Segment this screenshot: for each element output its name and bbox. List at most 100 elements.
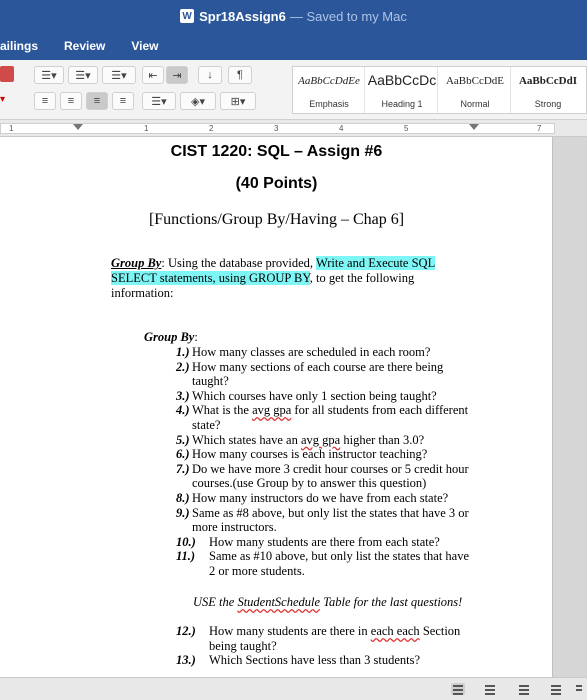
multilevel-icon[interactable]: ☰▾ [102, 66, 136, 84]
right-indent-marker-icon[interactable] [469, 124, 479, 130]
list-item: 13.) Which Sections have less than 3 stud… [176, 653, 476, 668]
style-normal[interactable]: AaBbCcDdE Normal [439, 67, 511, 113]
style-sample: AaBbCcDc [367, 72, 437, 88]
document-title: Spr18Assign6 [199, 8, 286, 24]
ruler-number: 5 [404, 124, 409, 133]
list-item: 6.) How many courses is each instructor t… [176, 447, 476, 462]
style-sample: AaBbCcDdEe [298, 75, 360, 87]
ruler-number: 7 [537, 124, 542, 133]
status-bar [0, 677, 587, 700]
question-number: 9.) [176, 505, 190, 520]
question-text: Which courses have only 1 section being … [192, 388, 437, 403]
question-number: 3.) [176, 388, 190, 403]
save-status: — Saved to my Mac [289, 8, 407, 24]
question-number: 2.) [176, 359, 190, 374]
question-number: 4.) [176, 403, 190, 418]
list-item: 5.) Which states have an avg gpa higher t… [176, 433, 476, 448]
question-text: How many instructors do we have from eac… [192, 490, 449, 505]
doc-subtitle: [Functions/Group By/Having – Chap 6] [148, 211, 405, 228]
ribbon-tabs: ailings Review View [0, 32, 587, 60]
list-item: 4.) What is the avg gpa for all students … [176, 403, 476, 432]
increase-indent-icon[interactable]: ⇥ [166, 66, 188, 84]
intro-label: Group By [111, 256, 162, 270]
line-spacing-icon[interactable]: ☰▾ [142, 92, 176, 110]
style-name: Normal [460, 99, 490, 109]
style-name: Emphasis [309, 99, 349, 109]
question-text: Do we have more 3 credit hour courses or… [192, 461, 469, 491]
decrease-indent-icon[interactable]: ⇤ [142, 66, 164, 84]
list-item: 8.) How many instructors do we have from … [176, 491, 476, 506]
list-item: 7.) Do we have more 3 credit hour courses… [176, 462, 476, 491]
print-layout-icon[interactable] [451, 683, 465, 695]
question-number: 7.) [176, 461, 190, 476]
style-emphasis[interactable]: AaBbCcDdEe Emphasis [293, 67, 365, 113]
ruler-track[interactable]: 1 1 2 3 4 5 7 [0, 123, 555, 134]
style-name: Heading 1 [381, 99, 423, 109]
question-text: How many classes are scheduled in each r… [192, 345, 431, 359]
intro-paragraph: Group By: Using the database provided, W… [111, 256, 471, 301]
tab-mailings[interactable]: ailings [0, 39, 38, 53]
numbering-icon[interactable]: ☰▾ [68, 66, 98, 84]
question-number: 12.) [176, 624, 196, 638]
ruler-number: 3 [274, 124, 279, 133]
style-sample: AaBbCcDdE [445, 75, 505, 87]
sort-icon[interactable]: ↓ [198, 66, 222, 84]
ruler-number: 1 [9, 124, 14, 133]
indent-marker-icon[interactable] [73, 124, 83, 130]
tab-review[interactable]: Review [64, 39, 105, 53]
section-label: Group By [144, 330, 195, 344]
ruler-number: 1 [144, 124, 149, 133]
ruler-number: 4 [339, 124, 344, 133]
clear-formatting-icon[interactable] [0, 66, 14, 82]
bullets-icon[interactable]: ☰▾ [34, 66, 64, 84]
align-right-icon[interactable]: ≡ [86, 92, 108, 110]
table-note: USE the StudentSchedule Table for the la… [193, 595, 463, 609]
document-canvas[interactable]: CIST 1220: SQL – Assign #6 (40 Points) [… [0, 137, 587, 677]
tab-view[interactable]: View [131, 39, 158, 53]
list-item: 12.) How many students are there in each … [176, 624, 476, 653]
borders-icon[interactable]: ⊞▾ [220, 92, 256, 110]
style-heading-1[interactable]: AaBbCcDc Heading 1 [366, 67, 438, 113]
shading-icon[interactable]: ◈▾ [180, 92, 216, 110]
styles-gallery: AaBbCcDdEe Emphasis AaBbCcDc Heading 1 A… [292, 66, 587, 114]
doc-points: (40 Points) [235, 175, 318, 192]
style-sample: AaBbCcDdI [518, 75, 578, 87]
list-item: 1.) How many classes are scheduled in eac… [176, 345, 476, 360]
question-text: Same as #10 above, but only list the sta… [209, 549, 470, 578]
question-number: 11.) [176, 549, 196, 564]
question-number: 13.) [176, 653, 196, 668]
align-left-icon[interactable]: ≡ [34, 92, 56, 110]
question-text: How many sections of each course are the… [192, 359, 444, 389]
web-layout-icon[interactable] [483, 683, 497, 695]
section-colon: : [194, 330, 198, 344]
question-list-2: 12.) How many students are there in each … [176, 624, 476, 668]
list-item: 11.) Same as #10 above, but only list the… [176, 549, 476, 578]
intro-colon: : Using the database provided, [161, 256, 316, 270]
list-item: 9.) Same as #8 above, but only list the s… [176, 506, 476, 535]
outline-icon[interactable] [517, 683, 531, 695]
draft-icon[interactable] [549, 683, 563, 695]
document-page[interactable]: CIST 1220: SQL – Assign #6 (40 Points) [… [0, 137, 553, 677]
question-number: 6.) [176, 447, 190, 462]
question-text: Same as #8 above, but only list the stat… [192, 505, 469, 535]
font-color-dropdown-icon[interactable]: ▾ [0, 94, 14, 110]
question-text: What is the avg gpa for all students fro… [192, 403, 469, 432]
question-text: Which states have an avg gpa higher than… [192, 432, 425, 447]
section-heading: Group By: [144, 330, 504, 345]
ruler-number: 2 [209, 124, 214, 133]
list-item: 2.) How many sections of each course are … [176, 360, 476, 389]
title-bar: W Spr18Assign6 — Saved to my Mac [0, 0, 587, 32]
focus-icon[interactable] [574, 683, 584, 695]
question-number: 10.) [176, 534, 196, 549]
pilcrow-icon[interactable]: ¶ [228, 66, 252, 84]
question-text: How many students are there in each each… [209, 624, 461, 653]
style-strong[interactable]: AaBbCcDdI Strong [512, 67, 584, 113]
question-number: 5.) [176, 432, 190, 447]
question-number: 8.) [176, 490, 190, 505]
question-text: How many students are there from each st… [209, 534, 440, 549]
ribbon: ▾ ☰▾ ☰▾ ☰▾ ⇤ ⇥ ↓ ¶ ≡ ≡ ≡ ≡ ☰▾ ◈▾ ⊞▾ AaBb… [0, 60, 587, 120]
word-doc-icon: W [180, 9, 195, 23]
align-center-icon[interactable]: ≡ [60, 92, 82, 110]
justify-icon[interactable]: ≡ [112, 92, 134, 110]
list-item: 10.) How many students are there from eac… [176, 535, 476, 550]
